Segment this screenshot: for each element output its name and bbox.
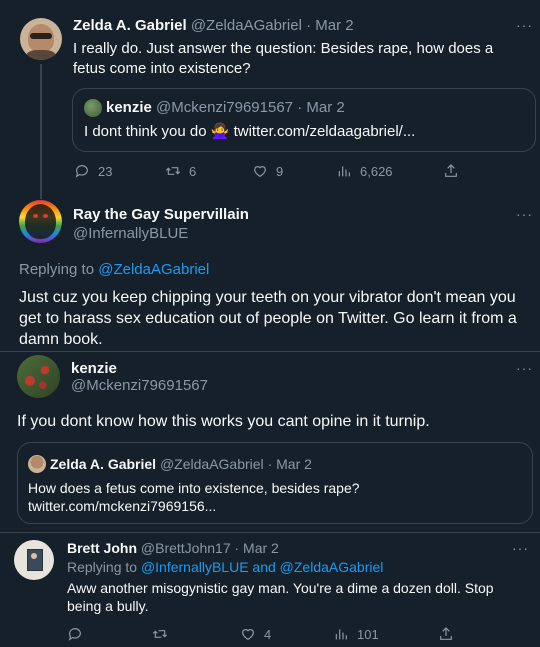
share-button[interactable]	[443, 163, 459, 179]
avatar-zelda[interactable]	[20, 18, 62, 60]
quoted-author-handle: @ZeldaAGabriel	[159, 456, 264, 472]
tweet-text: Just cuz you keep chipping your teeth on…	[19, 289, 517, 348]
quoted-tweet[interactable]: kenzie @Mckenzi79691567 · Mar 2 I dont t…	[72, 88, 536, 152]
author-name[interactable]: Brett John	[67, 540, 137, 556]
more-options-icon[interactable]: ···	[516, 206, 533, 222]
author-name[interactable]: Ray the Gay Supervillain	[73, 206, 249, 223]
views-button[interactable]: 101	[333, 626, 379, 642]
author-name[interactable]: Zelda A. Gabriel	[73, 17, 187, 34]
author-handle[interactable]: @ZeldaAGabriel	[191, 17, 302, 34]
share-icon	[443, 163, 459, 179]
thread-line	[40, 64, 42, 199]
replying-to-link[interactable]: @InfernallyBLUE and @ZeldaAGabriel	[141, 559, 383, 575]
heart-icon	[240, 626, 256, 642]
like-count: 4	[264, 626, 272, 642]
replying-to-link[interactable]: @ZeldaAGabriel	[98, 261, 209, 278]
reply-count: 23	[98, 163, 113, 179]
tweet-text: I really do. Just answer the question: B…	[73, 40, 494, 77]
tweet-text: If you dont know how this works you cant…	[17, 413, 430, 430]
more-options-icon[interactable]: ···	[512, 540, 529, 556]
divider	[0, 351, 540, 352]
views-icon	[336, 163, 352, 179]
tweet-date[interactable]: · Mar 2	[235, 540, 279, 556]
quoted-author-name: Zelda A. Gabriel	[50, 456, 157, 472]
retweet-icon	[165, 163, 181, 179]
replying-to-label: Replying to	[67, 559, 138, 575]
quoted-author-handle: @Mckenzi79691567	[156, 99, 294, 116]
author-handle[interactable]: @BrettJohn17	[141, 540, 231, 556]
quoted-text: I dont think you do 🙅‍♀️ twitter.com/zel…	[84, 123, 416, 140]
like-button[interactable]: 4	[240, 626, 271, 642]
tweet-date[interactable]: · Mar 2	[306, 17, 354, 34]
avatar-kenzie-small	[84, 99, 102, 117]
avatar-ray[interactable]	[19, 200, 62, 243]
retweet-count: 6	[189, 163, 197, 179]
retweet-button[interactable]	[152, 626, 176, 642]
reply-button[interactable]: 23	[74, 163, 112, 179]
divider	[0, 532, 540, 533]
quoted-tweet[interactable]: Zelda A. Gabriel @ZeldaAGabriel · Mar 2 …	[17, 442, 533, 524]
quoted-text: How does a fetus come into existence, be…	[28, 480, 360, 514]
views-button[interactable]: 6,626	[336, 163, 393, 179]
avatar-brett[interactable]	[14, 540, 54, 580]
like-button[interactable]: 9	[252, 163, 283, 179]
more-options-icon[interactable]: ···	[516, 17, 533, 33]
quoted-author-name: kenzie	[106, 99, 152, 116]
quoted-date: · Mar 2	[267, 456, 312, 472]
share-button[interactable]	[438, 626, 454, 642]
like-count: 9	[276, 163, 284, 179]
author-handle[interactable]: @Mckenzi79691567	[71, 376, 208, 396]
reply-button[interactable]	[67, 626, 91, 642]
views-count: 101	[357, 626, 379, 642]
retweet-button[interactable]: 6	[165, 163, 196, 179]
views-icon	[333, 626, 349, 642]
avatar-zelda-small	[28, 455, 46, 473]
avatar-kenzie[interactable]	[17, 355, 60, 398]
author-name[interactable]: kenzie	[71, 360, 117, 377]
reply-icon	[67, 626, 83, 642]
author-handle[interactable]: @InfernallyBLUE	[73, 224, 188, 244]
reply-icon	[74, 163, 90, 179]
share-icon	[438, 626, 454, 642]
retweet-icon	[152, 626, 168, 642]
more-options-icon[interactable]: ···	[516, 360, 533, 376]
heart-icon	[252, 163, 268, 179]
replying-to-label: Replying to	[19, 261, 95, 278]
tweet-text: Aww another misogynistic gay man. You're…	[67, 580, 494, 614]
quoted-date: · Mar 2	[297, 99, 345, 116]
views-count: 6,626	[360, 163, 393, 179]
